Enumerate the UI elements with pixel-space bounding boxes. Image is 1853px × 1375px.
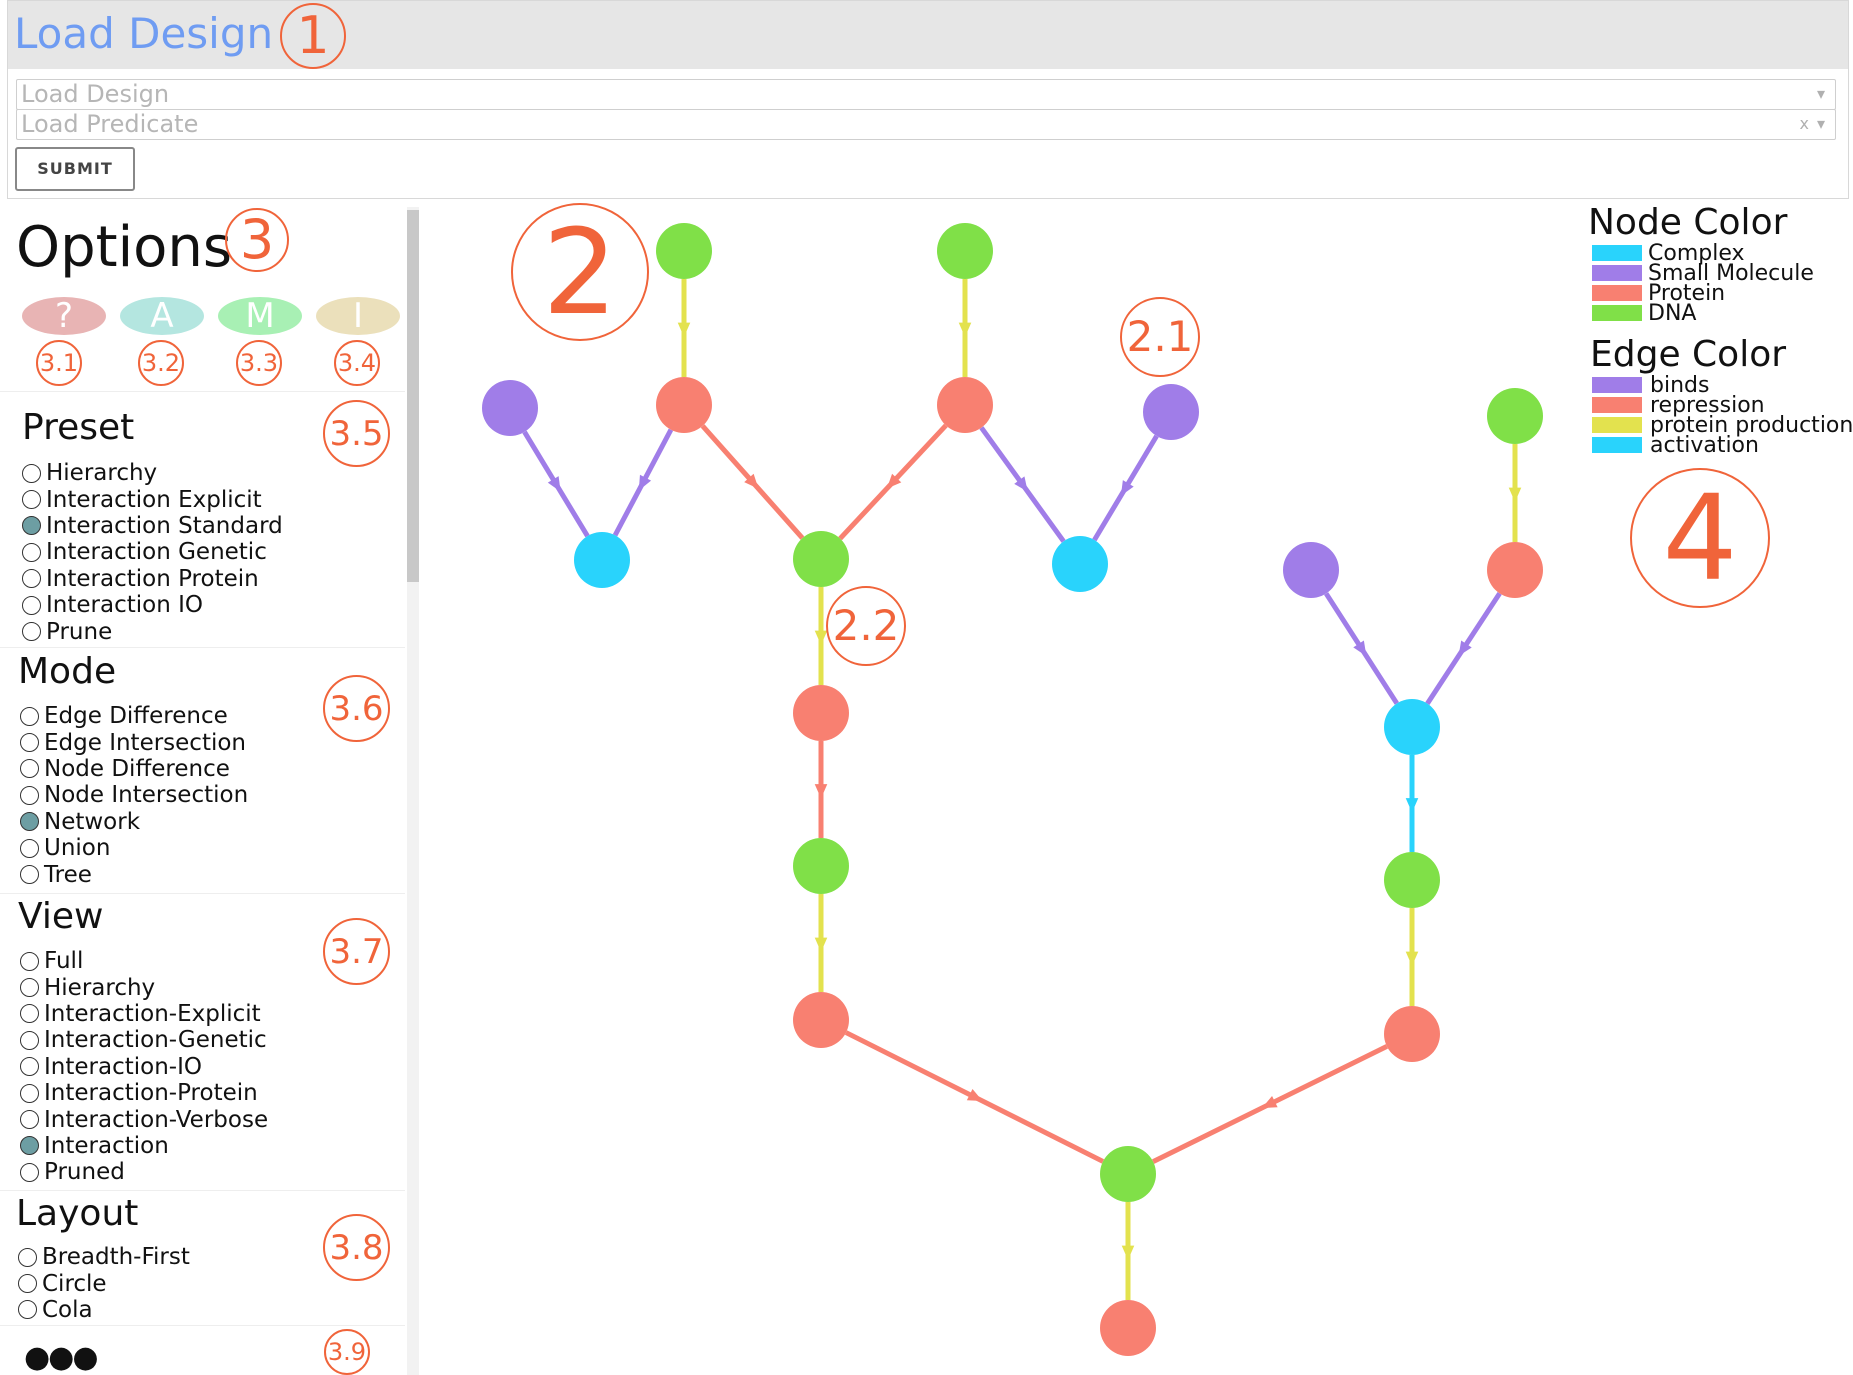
callout-2-1: 2.1 <box>1120 297 1200 377</box>
edge-arrow-icon <box>1405 798 1419 813</box>
node-dna[interactable] <box>793 838 849 894</box>
callout-2-2: 2.2 <box>826 586 906 666</box>
node-protein[interactable] <box>656 377 712 433</box>
legend-swatch-repression <box>1592 397 1642 413</box>
callout-4: 4 <box>1630 468 1770 608</box>
edge-arrow-icon <box>1121 1245 1135 1260</box>
legend-swatch-activation <box>1592 437 1642 453</box>
legend-swatch-small-molecule <box>1592 265 1642 281</box>
node-dna[interactable] <box>1487 388 1543 444</box>
node-protein[interactable] <box>1100 1300 1156 1356</box>
edge-arrow-icon <box>1508 487 1522 502</box>
edge-arrow-icon <box>814 784 828 799</box>
legend-swatch-complex <box>1592 245 1642 261</box>
node-dna[interactable] <box>937 223 993 279</box>
edge-color-title: Edge Color <box>1590 334 1787 375</box>
network-graph[interactable] <box>0 0 1853 1375</box>
callout-2: 2 <box>511 203 649 341</box>
legend-swatch-protein-production <box>1592 417 1642 433</box>
node-protein[interactable] <box>793 685 849 741</box>
edge-arrow-icon <box>1405 951 1419 966</box>
edge-arrow-icon <box>814 937 828 952</box>
node-protein[interactable] <box>937 377 993 433</box>
legend-label-dna: DNA <box>1648 301 1697 326</box>
node-complex[interactable] <box>1052 536 1108 592</box>
legend-swatch-binds <box>1592 377 1642 393</box>
node-small-molecule[interactable] <box>1143 384 1199 440</box>
node-protein[interactable] <box>1487 542 1543 598</box>
node-dna[interactable] <box>1384 852 1440 908</box>
node-protein[interactable] <box>1384 1006 1440 1062</box>
node-small-molecule[interactable] <box>482 380 538 436</box>
node-protein[interactable] <box>793 992 849 1048</box>
edge-arrow-icon <box>814 630 828 645</box>
node-small-molecule[interactable] <box>1283 542 1339 598</box>
node-dna[interactable] <box>656 223 712 279</box>
node-dna[interactable] <box>1100 1146 1156 1202</box>
edge-arrow-icon <box>958 322 972 337</box>
node-complex[interactable] <box>574 532 630 588</box>
node-dna[interactable] <box>793 531 849 587</box>
legend-swatch-dna <box>1592 305 1642 321</box>
edge-arrow-icon <box>677 322 691 337</box>
node-complex[interactable] <box>1384 699 1440 755</box>
legend-label-activation: activation <box>1650 433 1759 458</box>
legend-swatch-protein <box>1592 285 1642 301</box>
node-color-title: Node Color <box>1588 202 1788 243</box>
